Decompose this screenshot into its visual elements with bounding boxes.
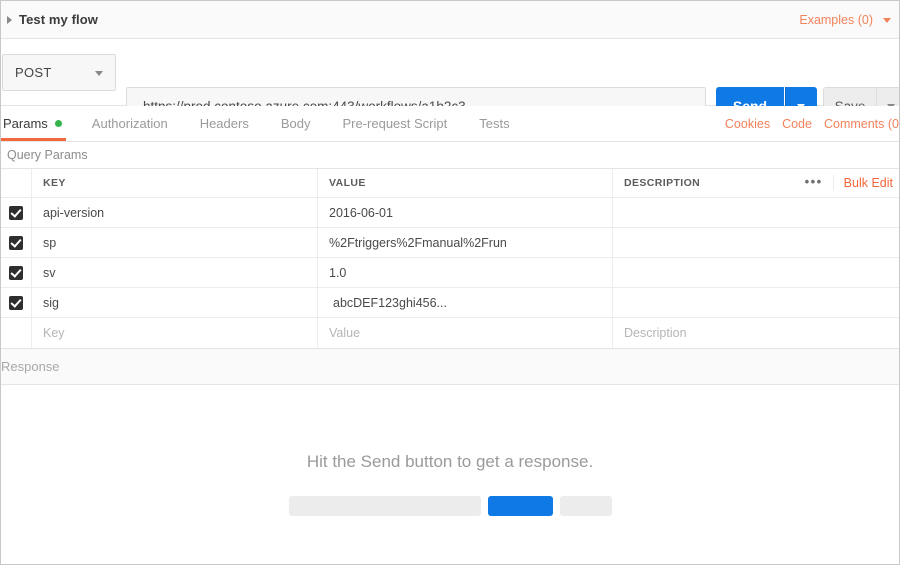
page-title: Test my flow bbox=[19, 12, 98, 27]
row-value[interactable]: 1.0 bbox=[318, 258, 613, 287]
tab-body-label: Body bbox=[280, 116, 311, 131]
column-header-value: VALUE bbox=[318, 169, 613, 197]
new-value-input[interactable]: Value bbox=[318, 318, 613, 348]
tab-headers-label: Headers bbox=[199, 116, 249, 131]
row-checkbox-cell bbox=[1, 228, 32, 257]
header-checkbox-cell bbox=[1, 169, 32, 197]
new-description-input[interactable]: Description bbox=[613, 318, 899, 348]
row-checkbox-cell bbox=[1, 258, 32, 287]
postman-request-window: Test my flow Examples (0) POST https://p… bbox=[0, 0, 900, 565]
table-actions: ••• Bulk Edit bbox=[795, 169, 899, 197]
row-key[interactable]: sig bbox=[32, 288, 318, 317]
row-checkbox-cell bbox=[1, 198, 32, 227]
tab-headers[interactable]: Headers bbox=[184, 106, 265, 141]
row-key[interactable]: sv bbox=[32, 258, 318, 287]
tab-body[interactable]: Body bbox=[265, 106, 327, 141]
row-description[interactable] bbox=[613, 198, 899, 227]
tab-params[interactable]: Params bbox=[1, 106, 76, 141]
method-chevron-down-icon bbox=[95, 70, 103, 76]
cookies-link[interactable]: Cookies bbox=[725, 117, 770, 131]
row-description[interactable] bbox=[613, 288, 899, 317]
http-method-label: POST bbox=[15, 64, 52, 80]
row-value[interactable]: 2016-06-01 bbox=[318, 198, 613, 227]
response-skeleton bbox=[288, 496, 612, 516]
more-options-icon[interactable]: ••• bbox=[795, 175, 834, 191]
row-value[interactable]: abcDEF123ghi456... bbox=[318, 288, 613, 317]
response-empty-state: Hit the Send button to get a response. bbox=[1, 385, 899, 553]
skeleton-bar-highlight bbox=[487, 496, 553, 516]
table-header-row: KEY VALUE DESCRIPTION ••• Bulk Edit bbox=[1, 169, 899, 198]
column-header-key: KEY bbox=[32, 169, 318, 197]
response-empty-message: Hit the Send button to get a response. bbox=[306, 452, 594, 471]
examples-chevron-down-icon[interactable] bbox=[883, 18, 891, 23]
comments-link[interactable]: Comments (0 bbox=[824, 117, 899, 131]
column-header-description: DESCRIPTION ••• Bulk Edit bbox=[613, 169, 899, 197]
tab-pre-request-script[interactable]: Pre-request Script bbox=[326, 106, 463, 141]
query-params-section-label: Query Params bbox=[1, 142, 899, 168]
titlebar: Test my flow Examples (0) bbox=[1, 1, 899, 39]
tab-authorization[interactable]: Authorization bbox=[76, 106, 184, 141]
table-row: api-version 2016-06-01 bbox=[1, 198, 899, 228]
request-url-bar: POST https://prod.contoso.azure.com:443/… bbox=[1, 39, 899, 125]
tab-tests[interactable]: Tests bbox=[463, 106, 525, 141]
params-status-dot-icon bbox=[54, 120, 62, 127]
row-description[interactable] bbox=[613, 228, 899, 257]
row-checkbox[interactable] bbox=[9, 235, 23, 250]
row-checkbox[interactable] bbox=[9, 295, 23, 310]
table-row-empty: Key Value Description bbox=[1, 318, 899, 348]
row-description[interactable] bbox=[613, 258, 899, 287]
empty-row-checkbox-cell bbox=[1, 318, 32, 348]
row-checkbox[interactable] bbox=[9, 205, 23, 220]
table-row: sp %2Ftriggers%2Fmanual%2Frun bbox=[1, 228, 899, 258]
http-method-select[interactable]: POST bbox=[2, 53, 116, 91]
table-row: sv 1.0 bbox=[1, 258, 899, 288]
tab-tests-label: Tests bbox=[479, 116, 510, 131]
query-params-table: KEY VALUE DESCRIPTION ••• Bulk Edit api-… bbox=[1, 168, 899, 349]
response-section-header: Response bbox=[1, 349, 899, 385]
examples-link[interactable]: Examples (0) bbox=[799, 13, 873, 27]
response-label: Response bbox=[1, 359, 60, 374]
disclosure-triangle-icon[interactable] bbox=[7, 15, 12, 24]
column-header-description-label: DESCRIPTION bbox=[624, 177, 701, 189]
row-checkbox[interactable] bbox=[9, 265, 23, 280]
row-checkbox-cell bbox=[1, 288, 32, 317]
tab-params-label: Params bbox=[3, 116, 48, 131]
skeleton-bar-right bbox=[559, 496, 612, 516]
row-value[interactable]: %2Ftriggers%2Fmanual%2Frun bbox=[318, 228, 613, 257]
tab-authorization-label: Authorization bbox=[91, 116, 168, 131]
tab-pre-request-script-label: Pre-request Script bbox=[342, 116, 448, 131]
row-key[interactable]: sp bbox=[32, 228, 318, 257]
skeleton-bar-left bbox=[288, 496, 481, 516]
table-row: sig abcDEF123ghi456... bbox=[1, 288, 899, 318]
tabbar-links: Cookies Code Comments (0 bbox=[725, 117, 899, 131]
code-link[interactable]: Code bbox=[782, 117, 812, 131]
request-tabs: Params Authorization Headers Body Pre-re… bbox=[1, 106, 899, 142]
bulk-edit-link[interactable]: Bulk Edit bbox=[834, 176, 899, 190]
new-key-input[interactable]: Key bbox=[32, 318, 318, 348]
row-key[interactable]: api-version bbox=[32, 198, 318, 227]
